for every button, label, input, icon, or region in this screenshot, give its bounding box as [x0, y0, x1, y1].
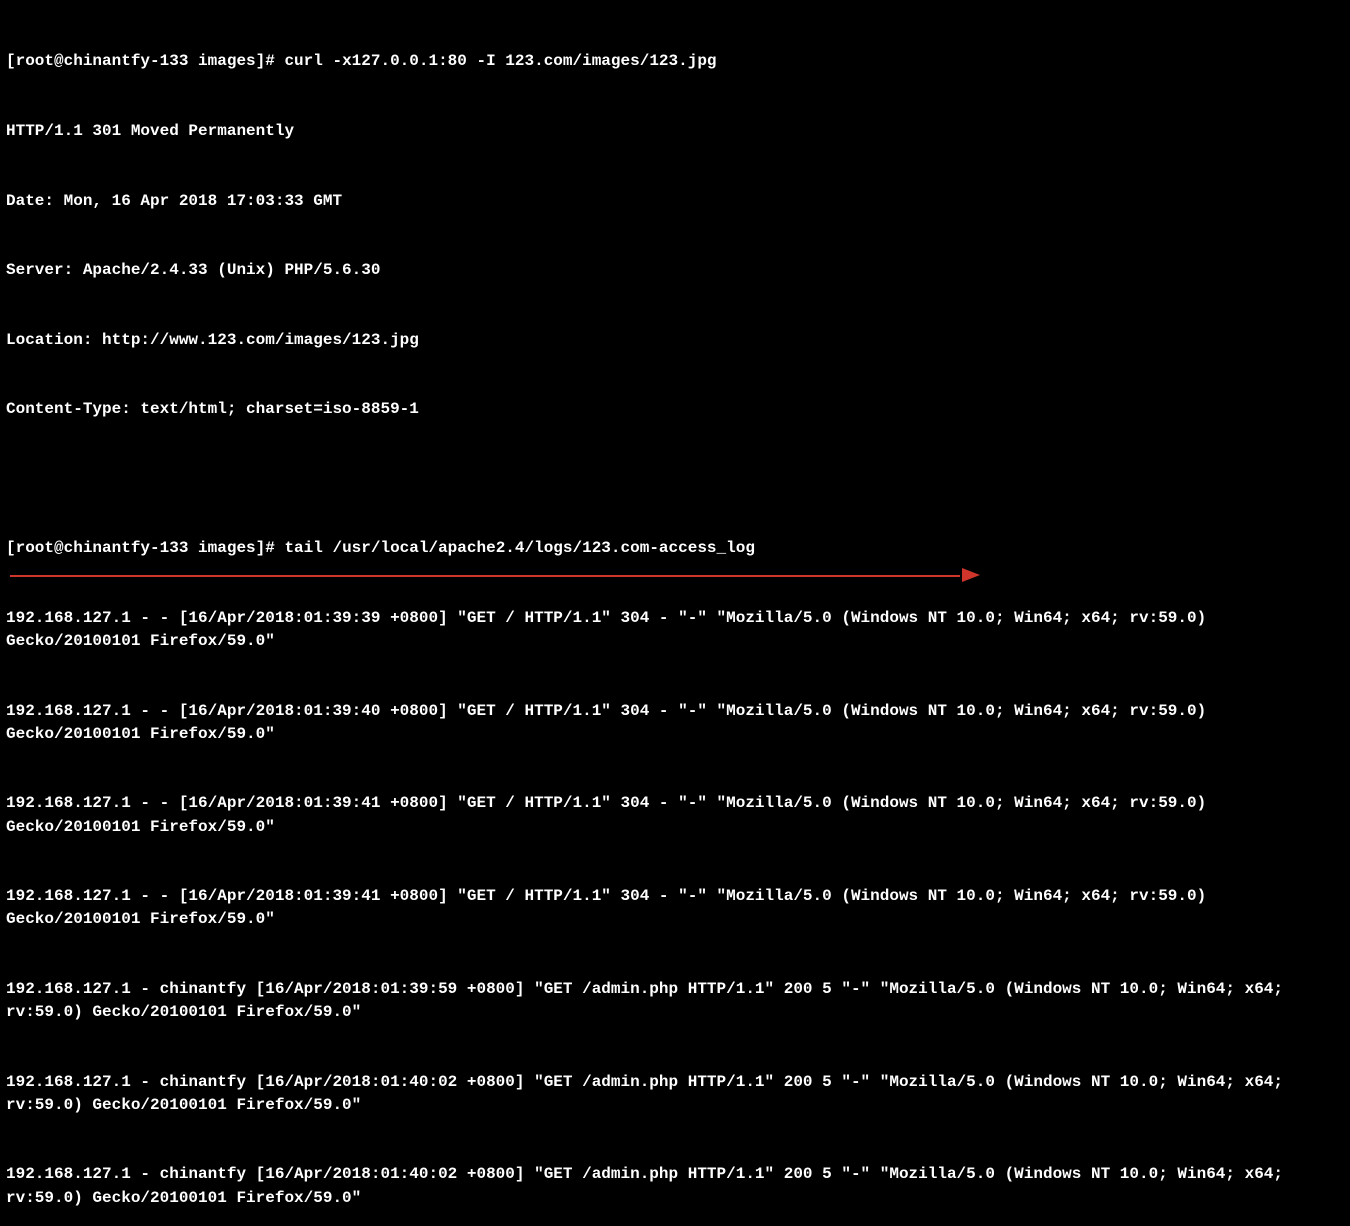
- log-line: 192.168.127.1 - chinantfy [16/Apr/2018:0…: [6, 1163, 1344, 1209]
- blank-line: [6, 468, 1344, 491]
- shell-prompt: [root@chinantfy-133 images]#: [6, 52, 284, 70]
- command-text: tail /usr/local/apache2.4/logs/123.com-a…: [284, 539, 754, 557]
- log-line: 192.168.127.1 - - [16/Apr/2018:01:39:41 …: [6, 885, 1344, 931]
- log-line: 192.168.127.1 - - [16/Apr/2018:01:39:40 …: [6, 700, 1344, 746]
- log-line: 192.168.127.1 - chinantfy [16/Apr/2018:0…: [6, 978, 1344, 1024]
- response-line: Location: http://www.123.com/images/123.…: [6, 329, 1344, 352]
- response-line: Server: Apache/2.4.33 (Unix) PHP/5.6.30: [6, 259, 1344, 282]
- terminal-output[interactable]: [root@chinantfy-133 images]# curl -x127.…: [6, 4, 1344, 1226]
- command-text: curl -x127.0.0.1:80 -I 123.com/images/12…: [284, 52, 716, 70]
- response-line: HTTP/1.1 301 Moved Permanently: [6, 120, 1344, 143]
- response-line: Date: Mon, 16 Apr 2018 17:03:33 GMT: [6, 190, 1344, 213]
- log-line: 192.168.127.1 - - [16/Apr/2018:01:39:39 …: [6, 607, 1344, 653]
- log-line: 192.168.127.1 - chinantfy [16/Apr/2018:0…: [6, 1071, 1344, 1117]
- command-line-2: [root@chinantfy-133 images]# tail /usr/l…: [6, 537, 1344, 560]
- response-line: Content-Type: text/html; charset=iso-885…: [6, 398, 1344, 421]
- command-line-1: [root@chinantfy-133 images]# curl -x127.…: [6, 50, 1344, 73]
- shell-prompt: [root@chinantfy-133 images]#: [6, 539, 284, 557]
- log-line: 192.168.127.1 - - [16/Apr/2018:01:39:41 …: [6, 792, 1344, 838]
